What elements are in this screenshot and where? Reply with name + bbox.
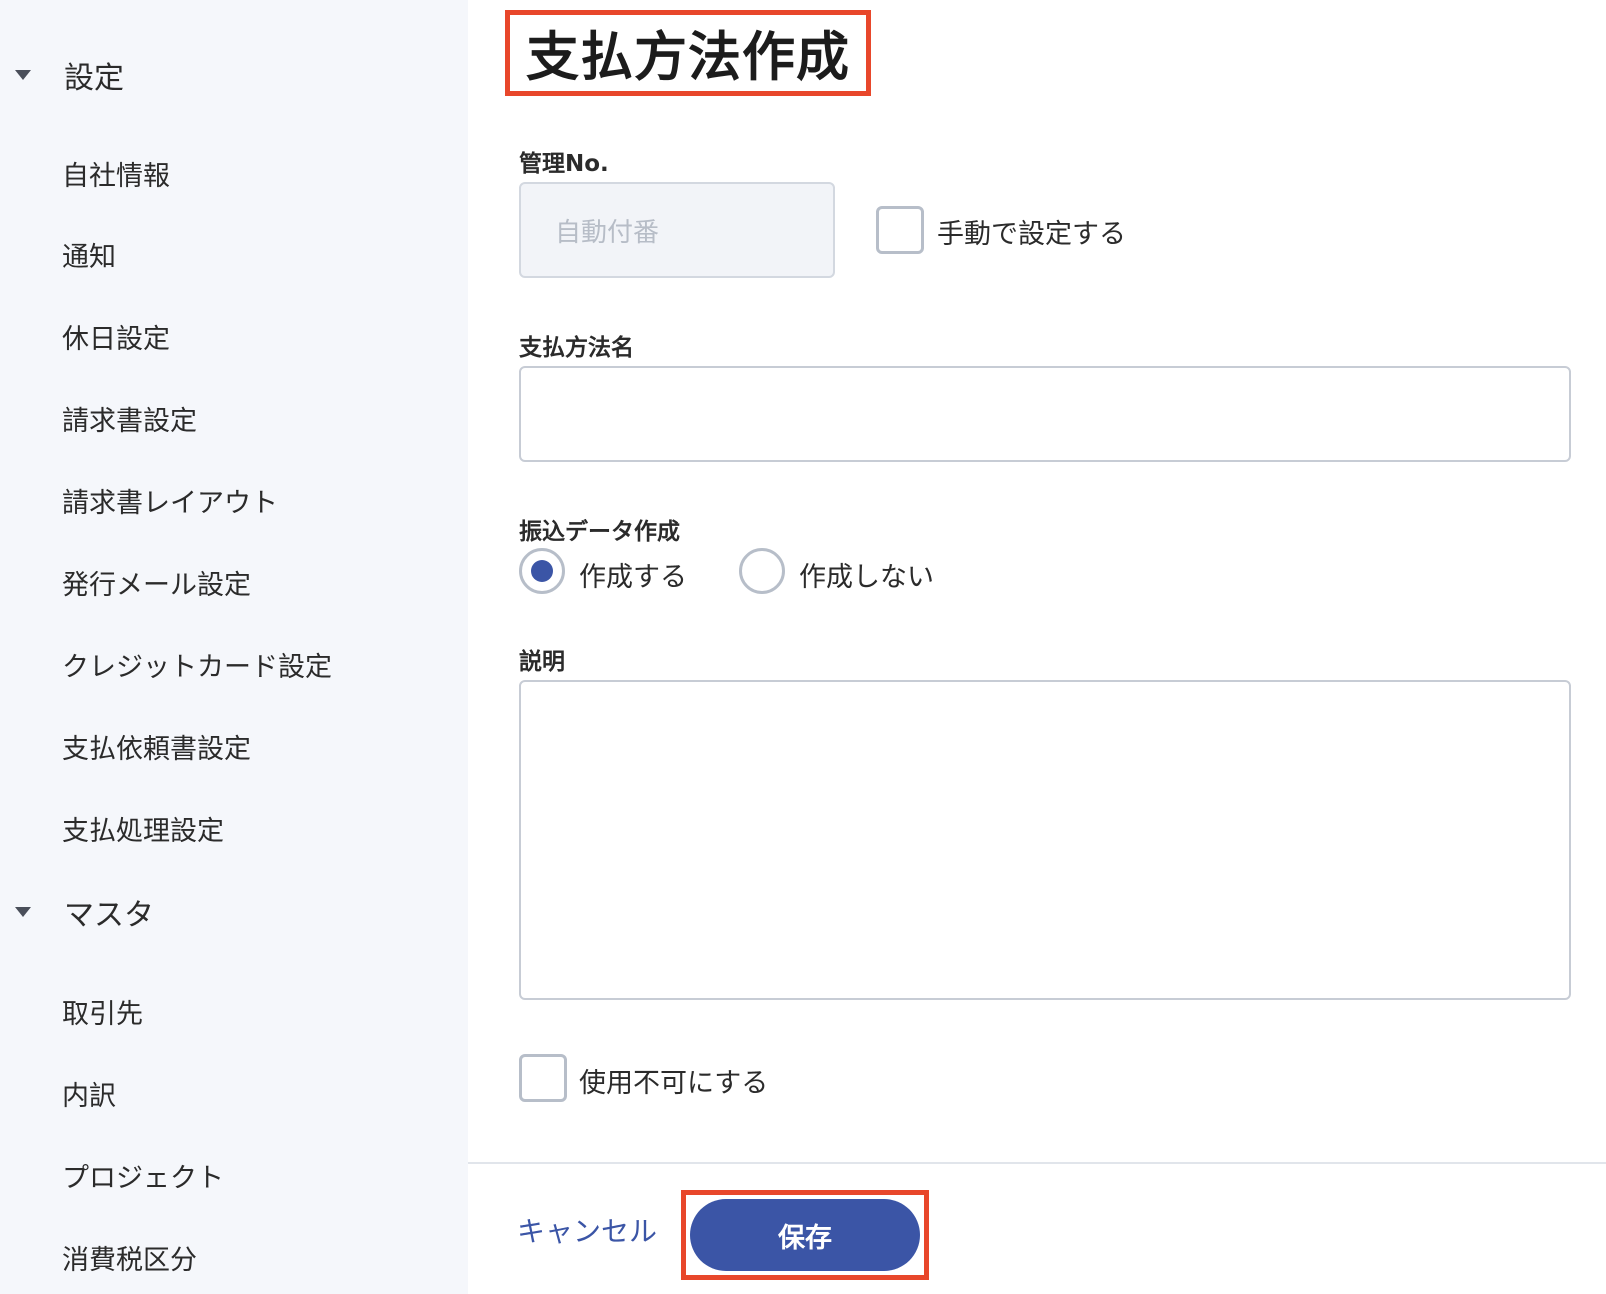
footer-divider — [468, 1162, 1606, 1164]
sidebar-item-projects[interactable]: プロジェクト — [62, 1150, 224, 1200]
cancel-button[interactable]: キャンセル — [517, 1210, 657, 1250]
sidebar-item-payment-processing[interactable]: 支払処理設定 — [62, 803, 224, 853]
manual-setting-label: 手動で設定する — [937, 219, 1126, 250]
main-content: 支払方法作成 管理No. 自動付番 手動で設定する 支払方法名 振込データ作成 … — [468, 0, 1606, 1294]
sidebar-item-notifications[interactable]: 通知 — [62, 229, 116, 279]
sidebar: 設定 自社情報 通知 休日設定 請求書設定 請求書レイアウト 発行メール設定 ク… — [0, 0, 468, 1294]
radio-not-create-label: 作成しない — [799, 562, 934, 593]
description-textarea[interactable] — [519, 680, 1571, 1000]
caret-down-icon — [15, 907, 31, 917]
management-no-label: 管理No. — [519, 151, 609, 177]
sidebar-item-invoice-layout[interactable]: 請求書レイアウト — [62, 475, 278, 525]
page-title: 支払方法作成 — [526, 27, 850, 88]
radio-not-create[interactable] — [739, 548, 785, 594]
save-highlight: 保存 — [681, 1190, 929, 1280]
payment-method-name-input[interactable] — [519, 366, 1571, 462]
manual-setting-checkbox[interactable] — [876, 206, 924, 254]
caret-down-icon — [15, 70, 31, 80]
transfer-data-label: 振込データ作成 — [519, 519, 680, 545]
sidebar-section-label: 設定 — [64, 61, 124, 96]
sidebar-item-company-info[interactable]: 自社情報 — [62, 148, 170, 198]
save-button[interactable]: 保存 — [690, 1199, 920, 1271]
sidebar-section-label: マスタ — [64, 898, 154, 933]
sidebar-item-holidays[interactable]: 休日設定 — [62, 311, 170, 361]
radio-create-label: 作成する — [579, 562, 687, 593]
sidebar-item-partners[interactable]: 取引先 — [62, 986, 143, 1036]
disable-checkbox[interactable] — [519, 1054, 567, 1102]
description-label: 説明 — [519, 649, 565, 675]
sidebar-item-breakdown[interactable]: 内訳 — [62, 1068, 116, 1118]
sidebar-item-tax-categories[interactable]: 消費税区分 — [62, 1232, 197, 1282]
sidebar-item-mail-settings[interactable]: 発行メール設定 — [62, 557, 251, 607]
sidebar-item-invoice-settings[interactable]: 請求書設定 — [62, 393, 197, 443]
title-highlight: 支払方法作成 — [505, 10, 871, 96]
sidebar-item-payment-request[interactable]: 支払依頼書設定 — [62, 721, 251, 771]
radio-create[interactable] — [519, 548, 565, 594]
sidebar-item-credit-card[interactable]: クレジットカード設定 — [62, 639, 332, 689]
payment-method-name-label: 支払方法名 — [519, 335, 634, 361]
management-no-input[interactable]: 自動付番 — [519, 182, 835, 278]
disable-checkbox-label: 使用不可にする — [579, 1068, 769, 1099]
radio-selected-dot — [531, 560, 553, 582]
